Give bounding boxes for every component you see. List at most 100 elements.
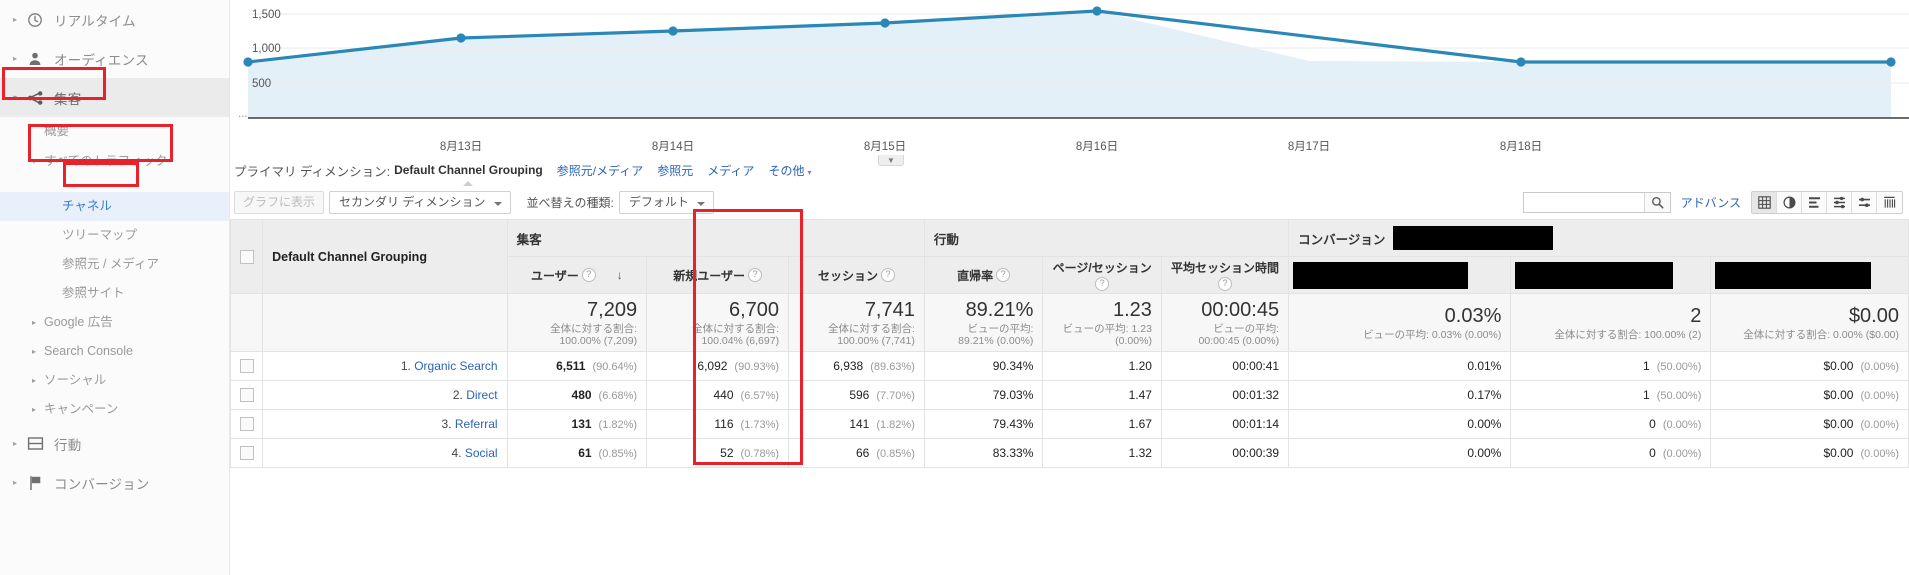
sidebar-item-search-console[interactable]: ▸ Search Console bbox=[0, 337, 229, 366]
table-row[interactable]: 4. Social 61 (0.85%) 52 (0.78%) 66 (0.85%) … bbox=[230, 438, 1909, 468]
summary-conversion-rate-value: 0.03% bbox=[1444, 304, 1502, 327]
search-icon[interactable] bbox=[1643, 192, 1670, 212]
sidebar-item-conversions[interactable]: ▸ コンバージョン bbox=[0, 463, 229, 502]
column-header-sessions[interactable]: セッション ? bbox=[788, 256, 925, 294]
pivot-view-icon[interactable] bbox=[1852, 191, 1877, 213]
search-input[interactable] bbox=[1523, 192, 1644, 212]
select-all-header[interactable] bbox=[230, 219, 264, 294]
sidebar-item-campaigns[interactable]: ▸ キャンペーン bbox=[0, 395, 229, 424]
comparison-view-icon[interactable] bbox=[1827, 191, 1852, 213]
sidebar-item-label: オーディエンス bbox=[54, 52, 149, 68]
column-header-users-label: ユーザー bbox=[530, 268, 579, 283]
row-rank: 3. bbox=[441, 417, 452, 431]
row-goal-value: $0.00 (0.00%) bbox=[1710, 409, 1909, 439]
column-header-new-users-label: 新規ユーザー bbox=[673, 268, 745, 283]
row-checkbox-cell[interactable] bbox=[230, 438, 264, 468]
sidebar-item-source-medium[interactable]: 参照元 / メディア bbox=[0, 250, 229, 279]
table-row[interactable]: 3. Referral 131 (1.82%) 116 (1.73%) 141 (1.… bbox=[230, 409, 1909, 439]
row-new-users: 116 (1.73%) bbox=[646, 409, 790, 439]
sidebar-item-all-traffic[interactable]: ▾ すべてのトラフィック bbox=[0, 146, 229, 192]
table-group-header-row: Default Channel Grouping 集客 行動 コンバージョン bbox=[230, 219, 1909, 294]
primary-dimension-selected[interactable]: Default Channel Grouping bbox=[394, 163, 543, 186]
primary-dimension-source[interactable]: 参照元 bbox=[657, 162, 693, 179]
column-header-goal-completions-redacted[interactable] bbox=[1510, 256, 1712, 294]
chart-collapse-handle[interactable]: ▼ bbox=[878, 155, 904, 166]
row-channel-link[interactable]: Organic Search bbox=[414, 359, 497, 373]
x-tick-1: 8月14日 bbox=[651, 141, 695, 153]
table-row[interactable]: 1. Organic Search 6,511 (90.64%) 6,092 (90… bbox=[230, 351, 1909, 381]
column-header-goal-value-redacted[interactable] bbox=[1710, 256, 1909, 294]
row-goal-completions: 0 (0.00%) bbox=[1510, 409, 1712, 439]
row-pages-per-session: 1.20 bbox=[1042, 351, 1162, 381]
sidebar-item-social[interactable]: ▸ ソーシャル bbox=[0, 366, 229, 395]
table-row[interactable]: 2. Direct 480 (6.68%) 440 (6.57%) 596 (7.70… bbox=[230, 380, 1909, 410]
sidebar-item-channels[interactable]: チャネル bbox=[0, 192, 229, 221]
select-all-checkbox[interactable] bbox=[239, 249, 254, 264]
row-checkbox[interactable] bbox=[240, 446, 254, 461]
sort-type-select[interactable]: デフォルト bbox=[618, 190, 714, 214]
row-goal-completions-pct: (0.00%) bbox=[1662, 419, 1702, 431]
column-header-conversion-rate-redacted[interactable] bbox=[1288, 256, 1512, 294]
row-new-users: 52 (0.78%) bbox=[646, 438, 790, 468]
plot-rows-button[interactable]: グラフに表示 bbox=[234, 190, 325, 214]
row-conversion-rate: 0.00% bbox=[1288, 409, 1512, 439]
performance-view-icon[interactable] bbox=[1877, 191, 1902, 213]
bar-view-icon[interactable] bbox=[1802, 191, 1827, 213]
sidebar-item-behavior[interactable]: ▸ 行動 bbox=[0, 424, 229, 463]
row-goal-completions: 0 (0.00%) bbox=[1510, 438, 1712, 468]
row-avg-session-duration: 00:01:14 bbox=[1160, 409, 1290, 439]
sidebar-subitem-label: ツリーマップ bbox=[62, 228, 138, 242]
row-checkbox-cell[interactable] bbox=[230, 380, 264, 410]
row-channel-link[interactable]: Social bbox=[465, 446, 498, 460]
row-rank: 4. bbox=[451, 446, 462, 460]
row-checkbox-cell[interactable] bbox=[230, 409, 264, 439]
help-icon[interactable]: ? bbox=[996, 268, 1011, 282]
help-icon[interactable]: ? bbox=[880, 268, 895, 282]
row-sessions: 141 (1.82%) bbox=[788, 409, 925, 439]
row-conversion-rate: 0.00% bbox=[1288, 438, 1512, 468]
chart-left-ellipsis: ... bbox=[238, 108, 248, 120]
sidebar-item-audience[interactable]: ▸ オーディエンス bbox=[0, 39, 229, 78]
row-goal-completions-value: 1 bbox=[1643, 388, 1650, 402]
column-header-bounce-rate[interactable]: 直帰率 ? bbox=[923, 256, 1044, 294]
secondary-dimension-select[interactable]: セカンダリ ディメンション bbox=[329, 190, 511, 214]
sort-descending-icon[interactable]: ↓ bbox=[617, 268, 623, 282]
row-channel-link[interactable]: Direct bbox=[466, 388, 497, 402]
sidebar-item-overview[interactable]: 概要 bbox=[0, 117, 229, 146]
row-sessions-pct: (7.70%) bbox=[876, 390, 915, 402]
help-icon[interactable]: ? bbox=[1095, 277, 1110, 291]
view-type-buttons bbox=[1751, 190, 1903, 214]
help-icon[interactable]: ? bbox=[747, 268, 762, 282]
chevron-right-icon: ▸ bbox=[12, 15, 17, 24]
help-icon[interactable]: ? bbox=[581, 268, 596, 282]
primary-dimension-source-medium[interactable]: 参照元/メディア bbox=[557, 162, 644, 179]
x-tick-3: 8月16日 bbox=[1075, 141, 1119, 153]
column-header-new-users[interactable]: 新規ユーザー ? bbox=[646, 256, 790, 294]
row-conversion-rate-value: 0.17% bbox=[1467, 388, 1502, 402]
advanced-filter-link[interactable]: アドバンス bbox=[1681, 194, 1741, 211]
row-checkbox-cell[interactable] bbox=[230, 351, 264, 381]
nav-top-items: ▸ リアルタイム ▸ オーディエンス ▾ 集客 bbox=[0, 0, 229, 117]
column-header-users[interactable]: ユーザー ? ↓ bbox=[506, 256, 648, 294]
sidebar-item-google-ads[interactable]: ▸ Google 広告 bbox=[0, 308, 229, 337]
sidebar-item-realtime[interactable]: ▸ リアルタイム bbox=[0, 0, 229, 39]
row-checkbox[interactable] bbox=[240, 388, 254, 403]
row-goal-value-pct: (0.00%) bbox=[1860, 361, 1899, 373]
dimension-column-header[interactable]: Default Channel Grouping bbox=[262, 219, 508, 294]
row-checkbox[interactable] bbox=[240, 359, 254, 374]
primary-dimension-medium[interactable]: メディア bbox=[707, 162, 754, 179]
row-checkbox[interactable] bbox=[240, 417, 254, 432]
sidebar-item-treemaps[interactable]: ツリーマップ bbox=[0, 221, 229, 250]
sidebar-item-acquisition[interactable]: ▾ 集客 bbox=[0, 78, 229, 117]
table-view-icon[interactable] bbox=[1752, 191, 1777, 213]
row-channel-link[interactable]: Referral bbox=[455, 417, 498, 431]
sidebar-item-referrals[interactable]: 参照サイト bbox=[0, 279, 229, 308]
pie-view-icon[interactable] bbox=[1777, 191, 1802, 213]
row-bounce-rate-value: 79.03% bbox=[992, 388, 1034, 402]
chevron-right-icon: ▸ bbox=[12, 478, 17, 487]
column-header-pages-per-session-label: ページ/セッション bbox=[1052, 261, 1152, 275]
column-header-avg-session-duration[interactable]: 平均セッション時間 ? bbox=[1160, 256, 1290, 294]
help-icon[interactable]: ? bbox=[1218, 277, 1233, 291]
column-header-pages-per-session[interactable]: ページ/セッション ? bbox=[1042, 256, 1162, 294]
primary-dimension-other[interactable]: その他 ▾ bbox=[768, 162, 811, 179]
